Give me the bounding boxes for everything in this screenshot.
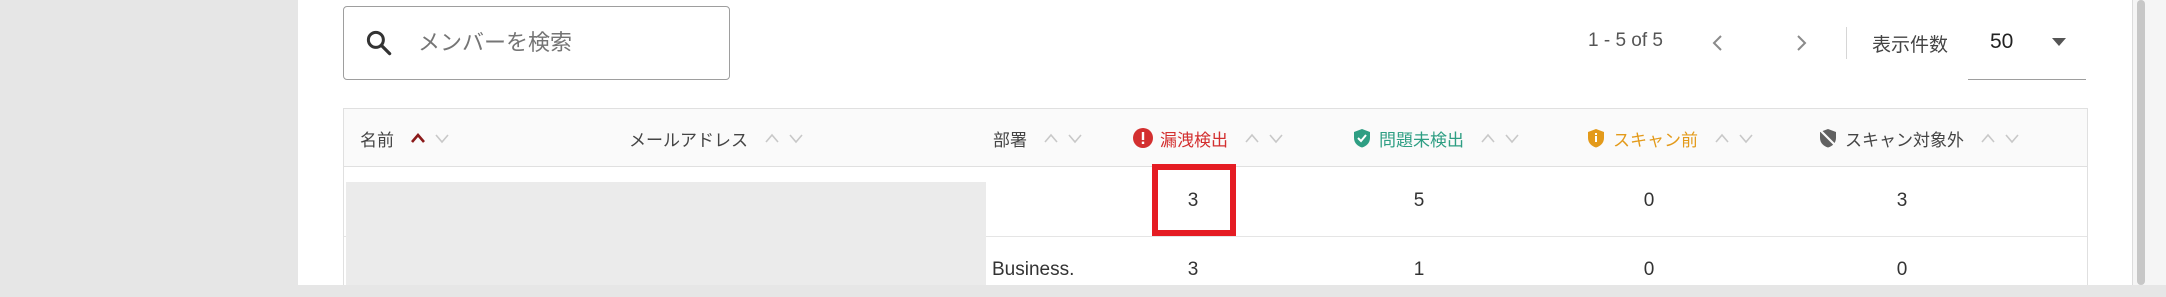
dropdown-arrow-icon	[2052, 38, 2066, 46]
column-leak-label: 漏洩検出	[1160, 130, 1228, 150]
sort-desc-icon[interactable]	[1065, 131, 1085, 145]
sort-desc-icon[interactable]	[786, 131, 806, 145]
search-icon	[366, 30, 392, 56]
per-page-label: 表示件数	[1872, 35, 1949, 56]
column-pre-label: スキャン前	[1613, 130, 1698, 150]
sort-asc-icon[interactable]	[1478, 131, 1498, 145]
sort-asc-icon[interactable]	[1242, 131, 1262, 145]
column-leak-detected[interactable]: 漏洩検出	[1133, 109, 1286, 167]
excluded-count-cell[interactable]: 0	[1872, 259, 1932, 281]
column-ok-label: 問題未検出	[1379, 130, 1464, 150]
sort-desc-icon[interactable]	[1502, 131, 1522, 145]
ok-count-cell[interactable]: 5	[1389, 190, 1449, 212]
sort-desc-icon[interactable]	[1736, 131, 1756, 145]
column-excluded-label: スキャン対象外	[1845, 130, 1964, 150]
shield-off-icon	[1819, 129, 1837, 148]
sort-desc-icon[interactable]	[1266, 131, 1286, 145]
department-cell: Business.	[992, 259, 1075, 280]
sort-asc-icon[interactable]	[762, 131, 782, 145]
sort-asc-icon[interactable]	[1041, 131, 1061, 145]
alert-icon	[1133, 128, 1153, 148]
pre-scan-count-cell[interactable]: 0	[1619, 190, 1679, 212]
sort-asc-icon[interactable]	[1712, 131, 1732, 145]
per-page-value: 50	[1990, 30, 2014, 53]
pagination-divider	[1846, 27, 1847, 59]
member-search-box[interactable]	[343, 6, 730, 80]
column-email-label: メールアドレス	[629, 130, 748, 150]
previous-page-icon[interactable]	[1703, 28, 1733, 58]
ok-count-cell[interactable]: 1	[1389, 259, 1449, 281]
column-pre-scan[interactable]: スキャン前	[1586, 109, 1756, 167]
column-department-label: 部署	[993, 130, 1027, 150]
excluded-count-cell[interactable]: 3	[1872, 190, 1932, 212]
sort-asc-active-icon[interactable]	[408, 131, 428, 145]
shield-check-icon	[1354, 129, 1370, 148]
sort-desc-icon[interactable]	[2002, 131, 2022, 145]
column-excluded[interactable]: スキャン対象外	[1818, 109, 2022, 167]
sort-asc-icon[interactable]	[1978, 131, 1998, 145]
table-header: 名前 メールアドレス 部署 漏洩検出 問題未検出 スキャン前 スキャン対象外	[344, 109, 2087, 167]
column-email[interactable]: メールアドレス	[629, 109, 806, 167]
column-name-label: 名前	[360, 130, 394, 150]
next-page-icon[interactable]	[1786, 28, 1816, 58]
sort-desc-icon[interactable]	[432, 131, 452, 145]
search-input[interactable]	[416, 29, 720, 57]
column-name[interactable]: 名前	[360, 109, 452, 167]
leak-count-cell[interactable]: 3	[1163, 259, 1223, 281]
column-no-issue[interactable]: 問題未検出	[1352, 109, 1522, 167]
highlight-box	[1152, 164, 1236, 236]
column-department[interactable]: 部署	[993, 109, 1085, 167]
pagination-range: 1 - 5 of 5	[1588, 30, 1663, 51]
per-page-select[interactable]: 50	[1968, 20, 2086, 80]
scrollbar-thumb[interactable]	[2137, 0, 2145, 285]
pre-scan-count-cell[interactable]: 0	[1619, 259, 1679, 281]
redacted-name-email-block	[346, 182, 986, 285]
shield-info-icon	[1588, 129, 1604, 148]
